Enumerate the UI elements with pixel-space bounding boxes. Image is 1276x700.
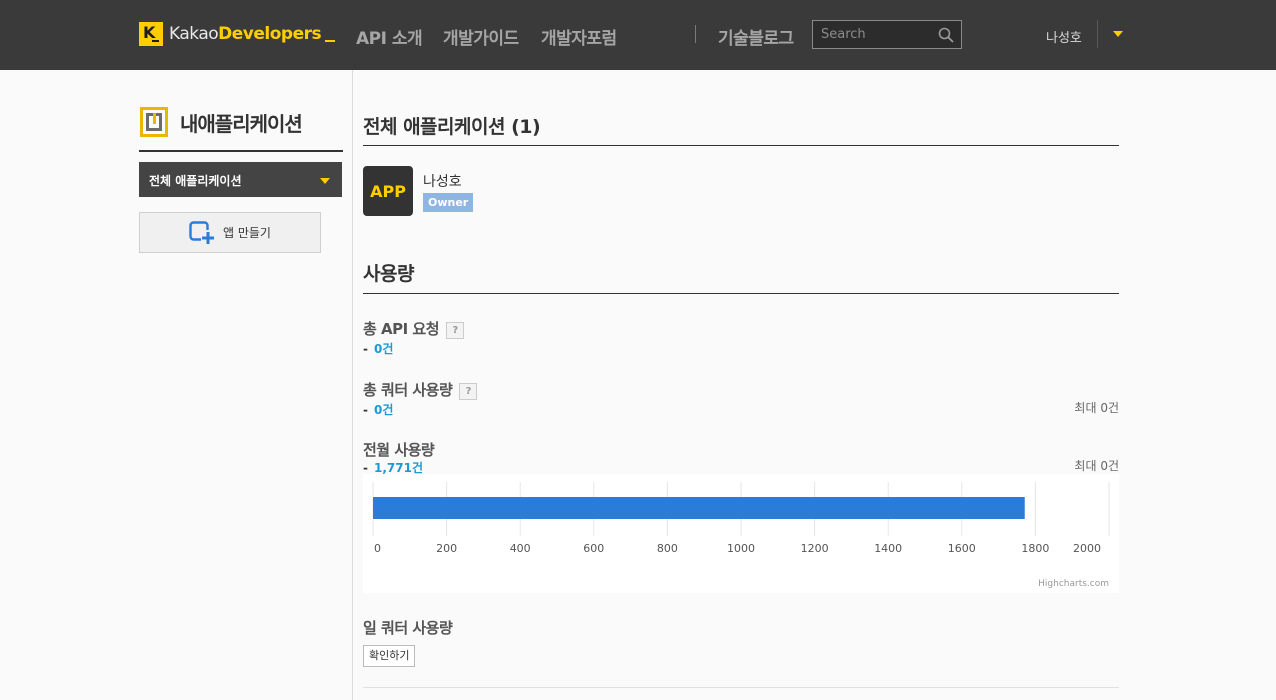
bottom-divider xyxy=(363,687,1119,688)
app-icon[interactable]: APP xyxy=(363,166,413,216)
x-tick-label: 400 xyxy=(510,542,531,555)
logo-developers-text: Developers xyxy=(218,24,322,44)
metric-label: 총 쿼터 사용량? xyxy=(363,379,478,400)
chart-credits[interactable]: Highcharts.com xyxy=(1038,579,1109,589)
x-tick-label: 1400 xyxy=(874,542,902,555)
sidebar-divider xyxy=(352,70,353,700)
all-apps-title: 전체 애플리케이션 (1) xyxy=(363,116,541,138)
check-button[interactable]: 확인하기 xyxy=(363,645,416,667)
chart-svg: 0 200 400 600 800 1000 1200 1400 1600 1800 2000 xyxy=(372,482,1110,555)
x-tick-label: 200 xyxy=(436,542,457,555)
logo-kakao-text: Kakao xyxy=(169,24,219,44)
total-api-requests-value: 0건 xyxy=(373,342,394,356)
search-icon[interactable] xyxy=(938,27,954,43)
logo-cursor xyxy=(325,40,336,42)
app-name[interactable]: 나성호 xyxy=(423,171,462,191)
chevron-down-icon[interactable] xyxy=(1113,31,1123,37)
section-rule xyxy=(363,293,1119,294)
make-app-button[interactable]: 앱 만들기 xyxy=(139,212,321,253)
user-name[interactable]: 나성호 xyxy=(1046,27,1082,46)
section-rule xyxy=(363,145,1119,146)
total-quota-usage-value: 0건 xyxy=(373,403,394,417)
dash-marker: - xyxy=(363,403,368,417)
help-icon[interactable]: ? xyxy=(446,322,465,339)
sidebar-title: 내애플리케이션 xyxy=(139,106,303,138)
x-tick-label: 1200 xyxy=(801,542,829,555)
last-month-usage-value: 1,771건 xyxy=(373,461,423,475)
add-app-icon xyxy=(189,220,215,244)
chart-bar[interactable] xyxy=(373,497,1025,519)
metric-value: -0건 xyxy=(363,401,393,418)
kakao-developers-logo[interactable]: K KakaoDevelopers xyxy=(139,22,336,46)
metric-label: 전월 사용량 xyxy=(363,439,435,460)
usage-title: 사용량 xyxy=(363,263,414,285)
x-tick-label: 1000 xyxy=(727,542,755,555)
dash-marker: - xyxy=(363,342,368,356)
nav-api-intro[interactable]: API 소개 xyxy=(356,24,423,49)
app-filter-select[interactable]: 전체 애플리케이션 xyxy=(139,162,342,197)
sidebar-title-text: 내애플리케이션 xyxy=(180,111,303,136)
search-input[interactable] xyxy=(813,21,933,48)
x-tick-label: 800 xyxy=(657,542,678,555)
metric-label: 총 API 요청? xyxy=(363,318,465,339)
nav-divider xyxy=(695,25,696,43)
x-tick-label: 1800 xyxy=(1021,542,1049,555)
last-month-usage-label: 전월 사용량 xyxy=(363,441,435,459)
user-divider xyxy=(1097,20,1098,48)
last-month-max-label: 최대 0건 xyxy=(1074,459,1119,473)
kakao-k-icon: K xyxy=(139,22,163,46)
help-icon[interactable]: ? xyxy=(459,383,478,400)
top-header: K KakaoDevelopers API 소개 개발가이드 개발자포럼 기술블… xyxy=(0,0,1276,70)
x-tick-label: 600 xyxy=(583,542,604,555)
total-api-requests-label: 총 API 요청 xyxy=(363,320,440,338)
nav-tech-blog[interactable]: 기술블로그 xyxy=(718,24,794,49)
metric-value: -0건 xyxy=(363,340,393,357)
app-filter-select-value: 전체 애플리케이션 xyxy=(149,174,242,188)
quota-max-label: 최대 0건 xyxy=(1074,401,1119,415)
x-tick-label: 1600 xyxy=(948,542,976,555)
my-app-icon xyxy=(140,107,168,137)
make-app-label: 앱 만들기 xyxy=(223,226,271,240)
total-quota-usage-label: 총 쿼터 사용량 xyxy=(363,381,453,399)
x-tick-label: 0 xyxy=(374,542,381,555)
nav-dev-forum[interactable]: 개발자포럼 xyxy=(541,24,617,49)
usage-bar-chart: 0 200 400 600 800 1000 1200 1400 1600 1800 2000 Hi… xyxy=(363,474,1119,593)
dash-marker: - xyxy=(363,461,368,475)
owner-badge: Owner xyxy=(423,193,474,212)
search-box xyxy=(812,20,962,49)
daily-quota-label: 일 쿼터 사용량 xyxy=(363,619,453,637)
nav-dev-guide[interactable]: 개발가이드 xyxy=(443,24,519,49)
chevron-down-icon xyxy=(320,178,330,184)
x-tick-label: 2000 xyxy=(1073,542,1101,555)
sidebar-title-rule xyxy=(139,150,343,152)
